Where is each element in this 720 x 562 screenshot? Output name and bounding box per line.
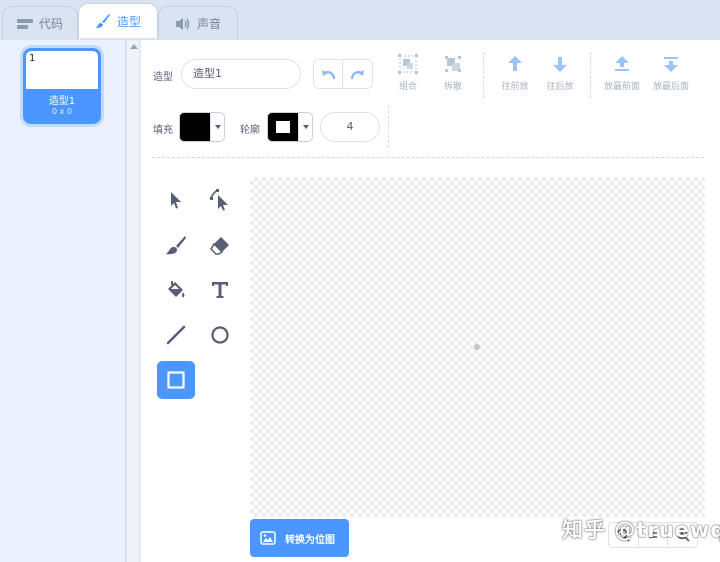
toolbar-separator — [152, 157, 704, 158]
costume-name: 造型1 — [48, 96, 76, 107]
group-button[interactable]: 组合 — [384, 53, 432, 97]
redo-icon — [350, 70, 364, 80]
outline-label: 轮廓 — [240, 125, 260, 136]
forward-label: 往前放 — [501, 82, 529, 92]
arrow-to-bottom-icon — [664, 57, 678, 72]
drawing-canvas[interactable] — [250, 177, 705, 517]
send-to-back-button[interactable]: 放最后面 — [647, 53, 695, 97]
costume-name-input[interactable]: 造型1 — [181, 59, 301, 89]
tab-costumes-label: 造型 — [116, 14, 141, 29]
undo-button[interactable] — [314, 60, 344, 88]
code-icon — [16, 18, 33, 29]
editor-tabs: 代码 造型 声音 — [0, 0, 720, 40]
fill-label: 填充 — [153, 125, 173, 136]
tab-code[interactable]: 代码 — [2, 6, 78, 40]
outline-width-input[interactable]: 4 — [320, 112, 380, 142]
reshape-pointer-icon — [210, 189, 228, 211]
fill-tool[interactable] — [157, 271, 195, 309]
fill-dropdown-caret-icon — [210, 113, 224, 141]
backward-label: 往后放 — [546, 82, 574, 92]
forward-button[interactable]: 往前放 — [491, 53, 539, 97]
convert-to-bitmap-button[interactable]: 转换为位图 — [250, 519, 349, 557]
image-icon — [260, 531, 276, 545]
ungroup-icon — [445, 56, 461, 72]
send-to-back-label: 放最后面 — [652, 82, 689, 92]
undo-redo-group — [313, 59, 373, 89]
reshape-tool[interactable] — [201, 181, 239, 219]
toolbar-divider — [483, 52, 484, 98]
costume-thumbnail — [26, 51, 98, 89]
fill-color-swatch — [180, 113, 210, 141]
arrow-up-icon — [508, 56, 522, 71]
select-tool[interactable] — [157, 181, 195, 219]
toolbar-divider — [590, 52, 591, 98]
costume-name-label: 造型 — [153, 72, 173, 83]
tab-sounds-label: 声音 — [196, 17, 221, 31]
group-icon — [398, 54, 418, 74]
costume-number: 1 — [29, 53, 36, 64]
circle-icon — [211, 326, 229, 344]
bring-to-front-label: 放最前面 — [603, 82, 640, 92]
rectangle-tool[interactable] — [157, 361, 195, 399]
ungroup-label: 拆散 — [443, 82, 462, 92]
fill-color-picker[interactable] — [179, 112, 225, 142]
brush-icon — [95, 14, 110, 28]
scroll-up-arrow-icon[interactable] — [130, 44, 138, 49]
eraser-icon — [210, 237, 229, 255]
convert-to-bitmap-label: 转换为位图 — [285, 534, 335, 546]
circle-tool[interactable] — [201, 316, 239, 354]
arrow-to-top-icon — [615, 56, 629, 71]
toolbar-divider — [388, 106, 389, 148]
bring-to-front-button[interactable]: 放最前面 — [598, 53, 646, 97]
eraser-tool[interactable] — [201, 226, 239, 264]
tab-costumes[interactable]: 造型 — [78, 3, 158, 38]
arrow-pointer-icon — [171, 192, 181, 209]
ungroup-button[interactable]: 拆散 — [429, 53, 477, 97]
line-tool[interactable] — [157, 316, 195, 354]
outline-color-swatch — [268, 113, 298, 141]
paint-bucket-icon — [168, 281, 185, 298]
backward-button[interactable]: 往后放 — [536, 53, 584, 97]
tab-code-label: 代码 — [38, 17, 63, 31]
rectangle-icon — [167, 371, 185, 389]
brush-icon — [166, 236, 186, 255]
line-icon — [166, 325, 186, 345]
paint-editor: 造型 造型1 组合 拆散 往前放 往后放 放最前面 放最后面 填充 轮廓 4 转… — [141, 40, 720, 562]
watermark-text: 知乎 @truewq — [562, 518, 720, 542]
costume-list: 1 造型1 0 x 0 — [0, 40, 126, 562]
group-label: 组合 — [398, 82, 417, 92]
costume-item[interactable]: 1 造型1 0 x 0 — [23, 48, 101, 124]
arrow-down-icon — [553, 57, 567, 72]
outline-color-picker[interactable] — [267, 112, 313, 142]
canvas-center-dot — [474, 344, 480, 350]
tab-sounds[interactable]: 声音 — [158, 6, 238, 40]
outline-dropdown-caret-icon — [298, 113, 312, 141]
costume-size: 0 x 0 — [52, 107, 72, 116]
undo-icon — [322, 70, 336, 80]
brush-tool[interactable] — [157, 226, 195, 264]
text-t-icon — [212, 282, 228, 298]
redo-button[interactable] — [343, 60, 372, 88]
text-tool[interactable] — [201, 271, 239, 309]
speaker-icon — [175, 17, 190, 30]
costume-list-scrollbar[interactable] — [126, 40, 140, 562]
